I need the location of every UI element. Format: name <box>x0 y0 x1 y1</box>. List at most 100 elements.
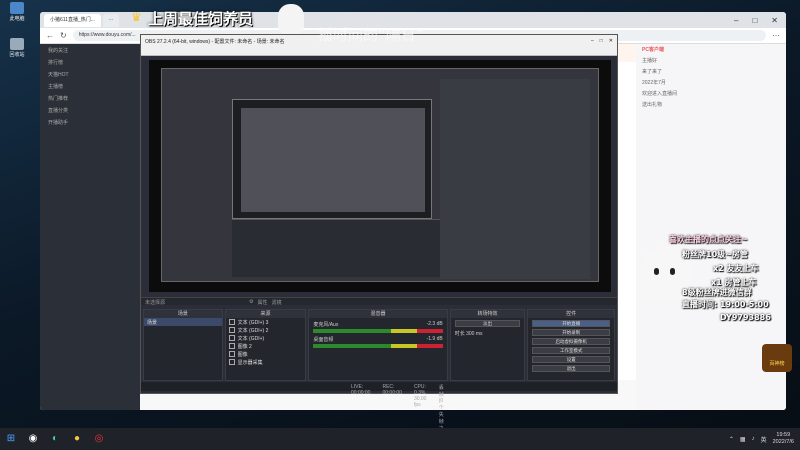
overlay-ghost-text: 播时间的“隔日” <box>318 26 424 44</box>
sidebar-item[interactable]: 天猫HOT <box>40 68 140 80</box>
start-icon[interactable]: ⊞ <box>4 432 18 446</box>
back-icon[interactable]: ← <box>46 31 54 40</box>
virtual-camera-button[interactable]: 启动虚拟摄像机 <box>532 338 610 345</box>
source-item[interactable]: 文本 (GDI+) 3 <box>226 318 306 326</box>
scene-item[interactable]: 场景 <box>144 318 222 326</box>
maximize-icon[interactable]: □ <box>752 16 757 25</box>
ime-indicator[interactable]: 英 <box>761 435 767 444</box>
source-item[interactable]: 图像 2 <box>226 342 306 350</box>
source-toolbar: 未选择源 ⚙ 属性 滤镜 <box>141 297 617 306</box>
obs-statusbar: LIVE: 00:00:00 REC: 00:00:00 CPU: 0.3%, … <box>141 382 617 439</box>
obs-title: OBS 27.2.4 (64-bit, windows) - 配置文件: 未命名… <box>145 38 285 45</box>
overlay-line: 直播时间: 19:00-5:00 <box>682 300 769 309</box>
scenes-dock: 场景 场景 <box>143 309 223 381</box>
menu-icon[interactable]: ⋯ <box>772 31 780 40</box>
start-streaming-button[interactable]: 开始直播 <box>532 320 610 327</box>
sidebar-item[interactable]: 开播助手 <box>40 116 140 128</box>
crown-icon: ♛ <box>131 10 142 24</box>
maximize-icon[interactable]: □ <box>600 38 603 44</box>
close-icon[interactable]: ✕ <box>609 38 613 44</box>
start-recording-button[interactable]: 开始录制 <box>532 329 610 336</box>
controls-dock: 控件 开始直播 开始录制 启动虚拟摄像机 工作室模式 设置 退出 <box>527 309 615 381</box>
dock-title: 控件 <box>528 310 614 318</box>
edge-icon[interactable]: ◐ <box>48 432 62 446</box>
obs-preview[interactable] <box>149 60 611 292</box>
overlay-line: x2 友友上车 <box>713 264 759 273</box>
no-source-label: 未选择源 <box>145 300 166 306</box>
filters-button[interactable]: 滤镜 <box>272 299 282 306</box>
monitor-source-icon <box>228 359 235 365</box>
dock-title: 混音器 <box>309 310 447 318</box>
chat-message[interactable]: PC客户端 <box>636 44 786 55</box>
chrome-icon[interactable]: ● <box>70 432 84 446</box>
chevron-up-icon[interactable]: ⌃ <box>729 436 734 443</box>
taskbar: ⊞ ◉ ◐ ● ◎ ⌃ ▦ ♪ 英 19:59 2022/7/6 <box>0 428 800 450</box>
chat-message: 欢迎进入直播间 <box>642 91 678 97</box>
sidebar-item[interactable]: 热门推荐 <box>40 92 140 104</box>
sidebar-item[interactable]: 我的关注 <box>40 44 140 56</box>
volume-icon[interactable]: ♪ <box>752 436 755 442</box>
cat-eye <box>654 268 659 275</box>
chat-message: 来了来了 <box>642 69 663 75</box>
exit-button[interactable]: 退出 <box>532 365 610 372</box>
mixer-channel: 麦克风/Aux -2.3 dB <box>313 321 443 333</box>
rank-badge: 百神榜 <box>762 344 792 372</box>
settings-button[interactable]: 设置 <box>532 356 610 363</box>
close-icon[interactable]: ✕ <box>771 16 778 25</box>
clock-time: 19:59 <box>776 432 791 438</box>
rec-time: REC: 00:00:00 <box>382 384 402 396</box>
dock-title: 转场特效 <box>450 310 525 318</box>
nested-chat <box>440 79 590 279</box>
volume-meter[interactable] <box>313 329 443 333</box>
window-controls: – □ ✕ <box>734 16 786 25</box>
mixer-dock: 混音器 麦克风/Aux -2.3 dB 桌面音频 -1.9 dB <box>308 309 448 381</box>
chat-message: 2022年7月 <box>642 80 666 86</box>
properties-button[interactable]: 属性 <box>258 299 268 306</box>
minimize-icon[interactable]: – <box>591 38 594 44</box>
browser-tab[interactable]: 小猪611直播_热门... <box>44 13 101 27</box>
browser-tab[interactable]: ... <box>102 13 120 27</box>
duration-field[interactable]: 300 ms <box>466 331 482 337</box>
gear-icon[interactable]: ⚙ <box>249 299 253 305</box>
obs-window: OBS 27.2.4 (64-bit, windows) - 配置文件: 未命名… <box>140 34 618 439</box>
studio-mode-button[interactable]: 工作室模式 <box>532 347 610 354</box>
mixer-channel: 桌面音频 -1.9 dB <box>313 336 443 348</box>
chat-message: 送出礼物 <box>642 102 663 108</box>
source-item[interactable]: 文本 (GDI+) <box>226 334 306 342</box>
minimize-icon[interactable]: – <box>734 16 738 25</box>
overlay-line: 粉丝牌10级~房管 <box>682 250 748 259</box>
desktop-icon-this-pc[interactable]: 此电脑 <box>6 2 28 22</box>
source-item[interactable]: 图像 <box>226 350 306 358</box>
steam-icon[interactable]: ◉ <box>26 432 40 446</box>
text-source-icon <box>228 335 235 341</box>
dock-title: 来源 <box>225 310 306 318</box>
sidebar-item[interactable]: 排行榜 <box>40 56 140 68</box>
reload-icon[interactable]: ↻ <box>60 31 67 40</box>
live-time: LIVE: 00:00:00 <box>351 384 371 396</box>
sidebar-item[interactable]: 直播分类 <box>40 104 140 116</box>
obs-docks: 场景 场景 来源 文本 (GDI+) 3 文本 (GDI+) 2 文本 (GDI… <box>141 309 617 381</box>
overlay-line: DY9793886 <box>720 313 771 322</box>
system-tray: ⌃ ▦ ♪ 英 19:59 2022/7/6 <box>729 432 800 446</box>
text-source-icon <box>228 319 235 325</box>
duration-row: 时长 300 ms <box>454 331 483 337</box>
volume-meter[interactable] <box>313 344 443 348</box>
transition-select[interactable]: 淡出 <box>454 320 521 327</box>
obs-icon[interactable]: ◎ <box>92 432 106 446</box>
clock[interactable]: 19:59 2022/7/6 <box>773 432 794 446</box>
image-source-icon <box>228 351 235 357</box>
network-icon[interactable]: ▦ <box>740 436 746 443</box>
desktop-icon-recycle-bin[interactable]: 回收站 <box>6 38 28 58</box>
cat-eye <box>670 268 675 275</box>
dropped-frames: 丢帧 (0 个失帧之和) <box>438 385 446 439</box>
image-source-icon <box>228 343 235 349</box>
nested-preview <box>161 68 599 282</box>
source-item[interactable]: 文本 (GDI+) 2 <box>226 326 306 334</box>
computer-icon <box>10 2 24 14</box>
site-sidebar: 我的关注 排行榜 天猫HOT 主播榜 热门推荐 直播分类 开播助手 <box>40 44 140 410</box>
source-item[interactable]: 显示器采集 <box>226 358 306 366</box>
obs-menubar <box>141 47 617 56</box>
sidebar-item[interactable]: 主播榜 <box>40 80 140 92</box>
clock-date: 2022/7/6 <box>772 439 794 445</box>
cat-mascot-icon <box>278 4 304 34</box>
